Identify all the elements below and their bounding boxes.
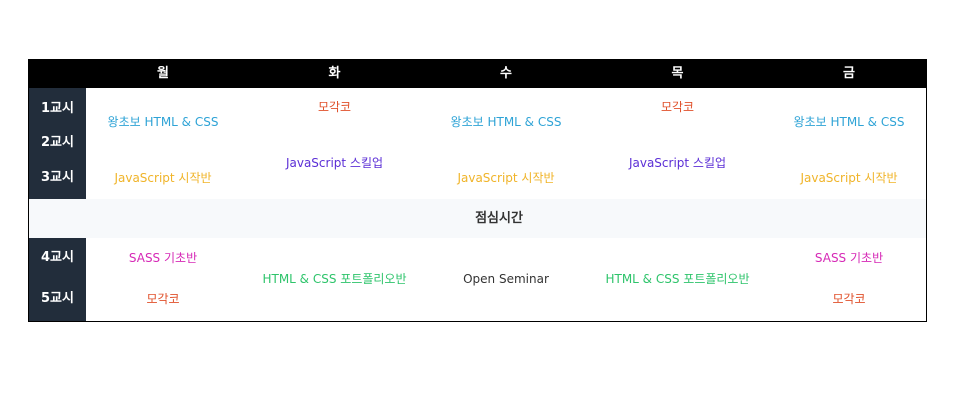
class-mon-4: SASS 기초반 bbox=[128, 251, 198, 265]
period-label-3: 3교시 bbox=[41, 170, 74, 185]
day-header-tue: 화 bbox=[328, 66, 341, 81]
class-wed-3: JavaScript 시작반 bbox=[457, 171, 555, 185]
class-wed-4-5: Open Seminar bbox=[463, 272, 549, 286]
class-thu-2-3: JavaScript 스킬업 bbox=[628, 156, 727, 170]
class-fri-1-2: 왕초보 HTML & CSS bbox=[793, 115, 905, 129]
class-mon-1-2: 왕초보 HTML & CSS bbox=[107, 115, 219, 129]
class-fri-3: JavaScript 시작반 bbox=[800, 171, 898, 185]
class-tue-1: 모각코 bbox=[317, 100, 352, 114]
period-label-5: 5교시 bbox=[41, 291, 74, 306]
class-fri-4: SASS 기초반 bbox=[814, 251, 884, 265]
day-header-wed: 수 bbox=[500, 66, 512, 81]
class-wed-1-2: 왕초보 HTML & CSS bbox=[450, 115, 562, 129]
day-header-row: 월 화 수 목 금 bbox=[29, 60, 926, 88]
period-label-2: 2교시 bbox=[41, 135, 74, 150]
day-header-mon: 월 bbox=[157, 66, 169, 81]
day-header-fri: 금 bbox=[843, 66, 855, 81]
period-label-1: 1교시 bbox=[41, 101, 74, 116]
class-thu-1: 모각코 bbox=[660, 100, 695, 114]
class-mon-5: 모각코 bbox=[146, 292, 180, 306]
lunch-row: 점심시간 bbox=[29, 199, 926, 238]
class-tue-2-3: JavaScript 스킬업 bbox=[285, 156, 384, 170]
period-label-4: 4교시 bbox=[41, 250, 74, 265]
class-tue-4-5: HTML & CSS 포트폴리오반 bbox=[262, 272, 407, 286]
class-mon-3: JavaScript 시작반 bbox=[114, 171, 212, 185]
class-thu-4-5: HTML & CSS 포트폴리오반 bbox=[605, 272, 750, 286]
class-fri-5: 모각코 bbox=[832, 292, 866, 306]
day-header-thu: 목 bbox=[671, 66, 684, 81]
lunch-label: 점심시간 bbox=[475, 211, 523, 226]
timetable: 월 화 수 목 금 1교시 2교시 3교시 4교시 5교시 점심시간 왕초보 H… bbox=[28, 59, 927, 322]
